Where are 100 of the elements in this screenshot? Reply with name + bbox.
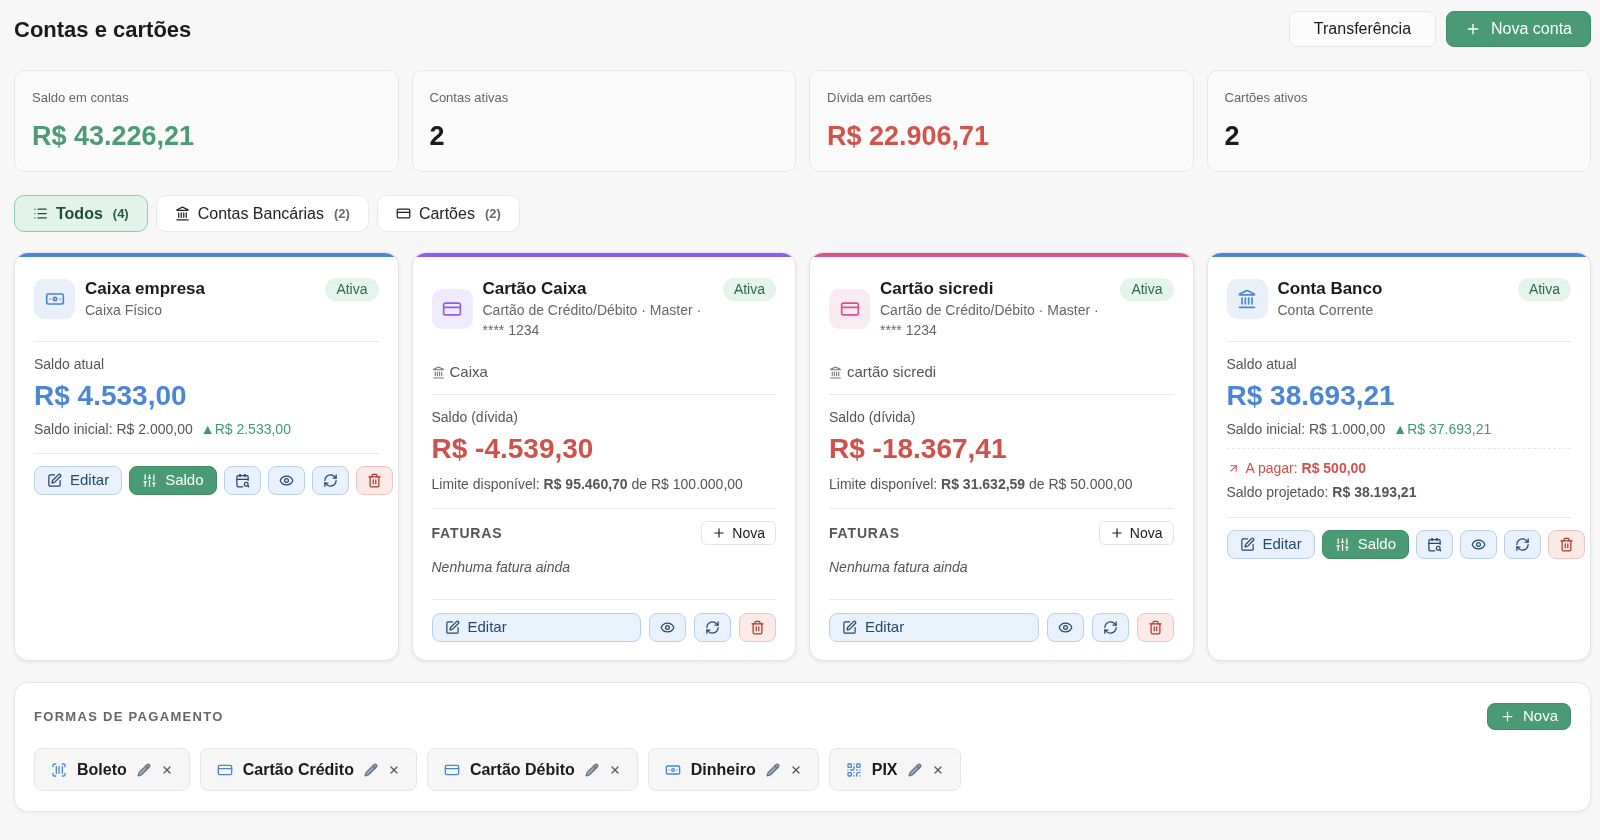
account-name: Conta Banco xyxy=(1277,278,1383,300)
available-limit: Limite disponível: R$ 31.632,59 de R$ 50.000,00 xyxy=(829,475,1134,494)
calendar-button[interactable] xyxy=(1416,530,1454,559)
balance-label: Saldo atual xyxy=(34,355,106,374)
calendar-search-icon xyxy=(1427,537,1443,552)
stat-label: Contas ativas xyxy=(429,90,510,106)
balance-label: Saldo atual xyxy=(1226,355,1298,374)
payment-method-name: Cartão Crédito xyxy=(242,759,354,780)
available-limit: Limite disponível: R$ 95.460,70 de R$ 100.000,00 xyxy=(431,475,744,494)
trash-icon xyxy=(750,620,765,635)
account-name: Caixa empresa xyxy=(85,278,206,300)
transfer-button[interactable]: Transferência xyxy=(1288,11,1437,47)
pencil-icon[interactable] xyxy=(907,762,922,777)
view-button[interactable] xyxy=(267,466,305,495)
filter-tab[interactable]: Cartões (2) xyxy=(376,195,520,232)
eye-icon xyxy=(278,473,294,488)
account-type: Cartão de Crédito/Débito · Master · **** 1234 xyxy=(880,301,1100,340)
eye-icon xyxy=(1057,620,1073,635)
refresh-icon xyxy=(1102,620,1118,635)
edit-icon xyxy=(842,620,857,635)
status-badge: Ativa xyxy=(1517,278,1571,301)
payment-method-name: PIX xyxy=(871,759,898,780)
edit-button[interactable]: Editar xyxy=(34,466,123,495)
edit-button[interactable]: Editar xyxy=(1226,530,1315,559)
account-type: Conta Corrente xyxy=(1277,301,1375,320)
view-button[interactable] xyxy=(1046,613,1084,642)
sliders-icon xyxy=(1334,537,1350,552)
refresh-icon xyxy=(322,473,338,488)
stat-label: Cartões ativos xyxy=(1224,90,1309,106)
delete-button[interactable] xyxy=(355,466,393,495)
credit-card-icon xyxy=(431,289,473,329)
balance-label: Saldo (dívida) xyxy=(431,408,519,427)
calendar-search-icon xyxy=(234,473,250,488)
plus-icon xyxy=(1499,709,1515,724)
section-title: FORMAS DE PAGAMENTO xyxy=(34,707,224,726)
invoices-title: FATURAS xyxy=(829,523,900,543)
edit-button[interactable]: Editar xyxy=(431,613,641,642)
filter-tab[interactable]: Contas Bancárias (2) xyxy=(155,195,369,232)
pencil-icon[interactable] xyxy=(363,762,378,777)
balance-amount: R$ -4.539,30 xyxy=(431,432,595,466)
edit-icon xyxy=(1239,537,1255,552)
new-invoice-button[interactable]: Nova xyxy=(1098,521,1174,545)
payment-method-name: Dinheiro xyxy=(690,759,756,780)
account-type: Caixa Físico xyxy=(85,301,164,320)
refresh-icon xyxy=(705,620,720,635)
refresh-button[interactable] xyxy=(1504,530,1542,559)
edit-icon xyxy=(444,620,460,635)
trash-icon xyxy=(1147,620,1163,635)
balance-amount: R$ -18.367,41 xyxy=(829,432,1008,466)
edit-icon xyxy=(47,473,62,488)
edit-button[interactable]: Editar xyxy=(829,613,1039,642)
view-button[interactable] xyxy=(1460,530,1498,559)
delete-button[interactable] xyxy=(1548,530,1586,559)
account-type: Cartão de Crédito/Débito · Master · **** 1234 xyxy=(482,301,703,340)
payment-method-name: Cartão Débito xyxy=(469,759,575,780)
balance-label: Saldo (dívida) xyxy=(829,408,917,427)
bank-icon xyxy=(431,365,445,379)
bank-name: cartão sicredi xyxy=(847,362,937,382)
pencil-icon[interactable] xyxy=(765,762,780,777)
projected-balance: Saldo projetado: R$ 38.193,21 xyxy=(1226,483,1418,502)
status-badge: Ativa xyxy=(325,278,379,301)
delete-button[interactable] xyxy=(1136,613,1174,642)
refresh-button[interactable] xyxy=(1091,613,1129,642)
view-button[interactable] xyxy=(649,613,686,642)
credit-card-icon xyxy=(395,206,411,221)
bank-icon xyxy=(1226,279,1268,319)
sliders-icon xyxy=(142,473,158,488)
filter-tab[interactable]: Todos (4) xyxy=(14,195,148,232)
trash-icon xyxy=(366,473,382,488)
pencil-icon[interactable] xyxy=(136,762,151,777)
plus-icon xyxy=(1109,526,1124,540)
stat-label: Saldo em contas xyxy=(32,90,130,106)
balance-change: ▲R$ 2.533,00 xyxy=(200,420,291,439)
pencil-icon[interactable] xyxy=(584,762,599,777)
account-name: Cartão sicredi xyxy=(880,278,995,300)
eye-icon xyxy=(1471,537,1487,552)
empty-invoices-message: Nenhuma fatura ainda xyxy=(829,558,969,577)
stat-value: R$ 22.906,71 xyxy=(827,120,991,152)
initial-balance: Saldo inicial: R$ 2.000,00 xyxy=(34,420,193,439)
bank-name: Caixa xyxy=(449,362,488,382)
qr-code-icon xyxy=(845,761,862,778)
bank-icon xyxy=(174,206,190,221)
stat-value: 2 xyxy=(1224,120,1241,152)
trash-icon xyxy=(1559,537,1575,552)
refresh-icon xyxy=(1515,537,1531,552)
initial-balance: Saldo inicial: R$ 1.000,00 xyxy=(1226,420,1386,439)
credit-card-icon xyxy=(829,289,870,329)
page-title: Contas e cartões xyxy=(14,15,192,44)
eye-icon xyxy=(660,620,675,635)
payment-method-name: Boleto xyxy=(77,759,127,780)
barcode-scan-icon xyxy=(51,761,67,778)
account-name: Cartão Caixa xyxy=(482,278,588,300)
balance-amount: R$ 4.533,00 xyxy=(34,379,188,413)
new-invoice-button[interactable]: Nova xyxy=(701,521,776,545)
calendar-button[interactable] xyxy=(223,466,261,495)
delete-button[interactable] xyxy=(739,613,776,642)
refresh-button[interactable] xyxy=(311,466,349,495)
invoices-title: FATURAS xyxy=(431,523,503,543)
refresh-button[interactable] xyxy=(694,613,731,642)
bank-icon xyxy=(829,365,842,379)
